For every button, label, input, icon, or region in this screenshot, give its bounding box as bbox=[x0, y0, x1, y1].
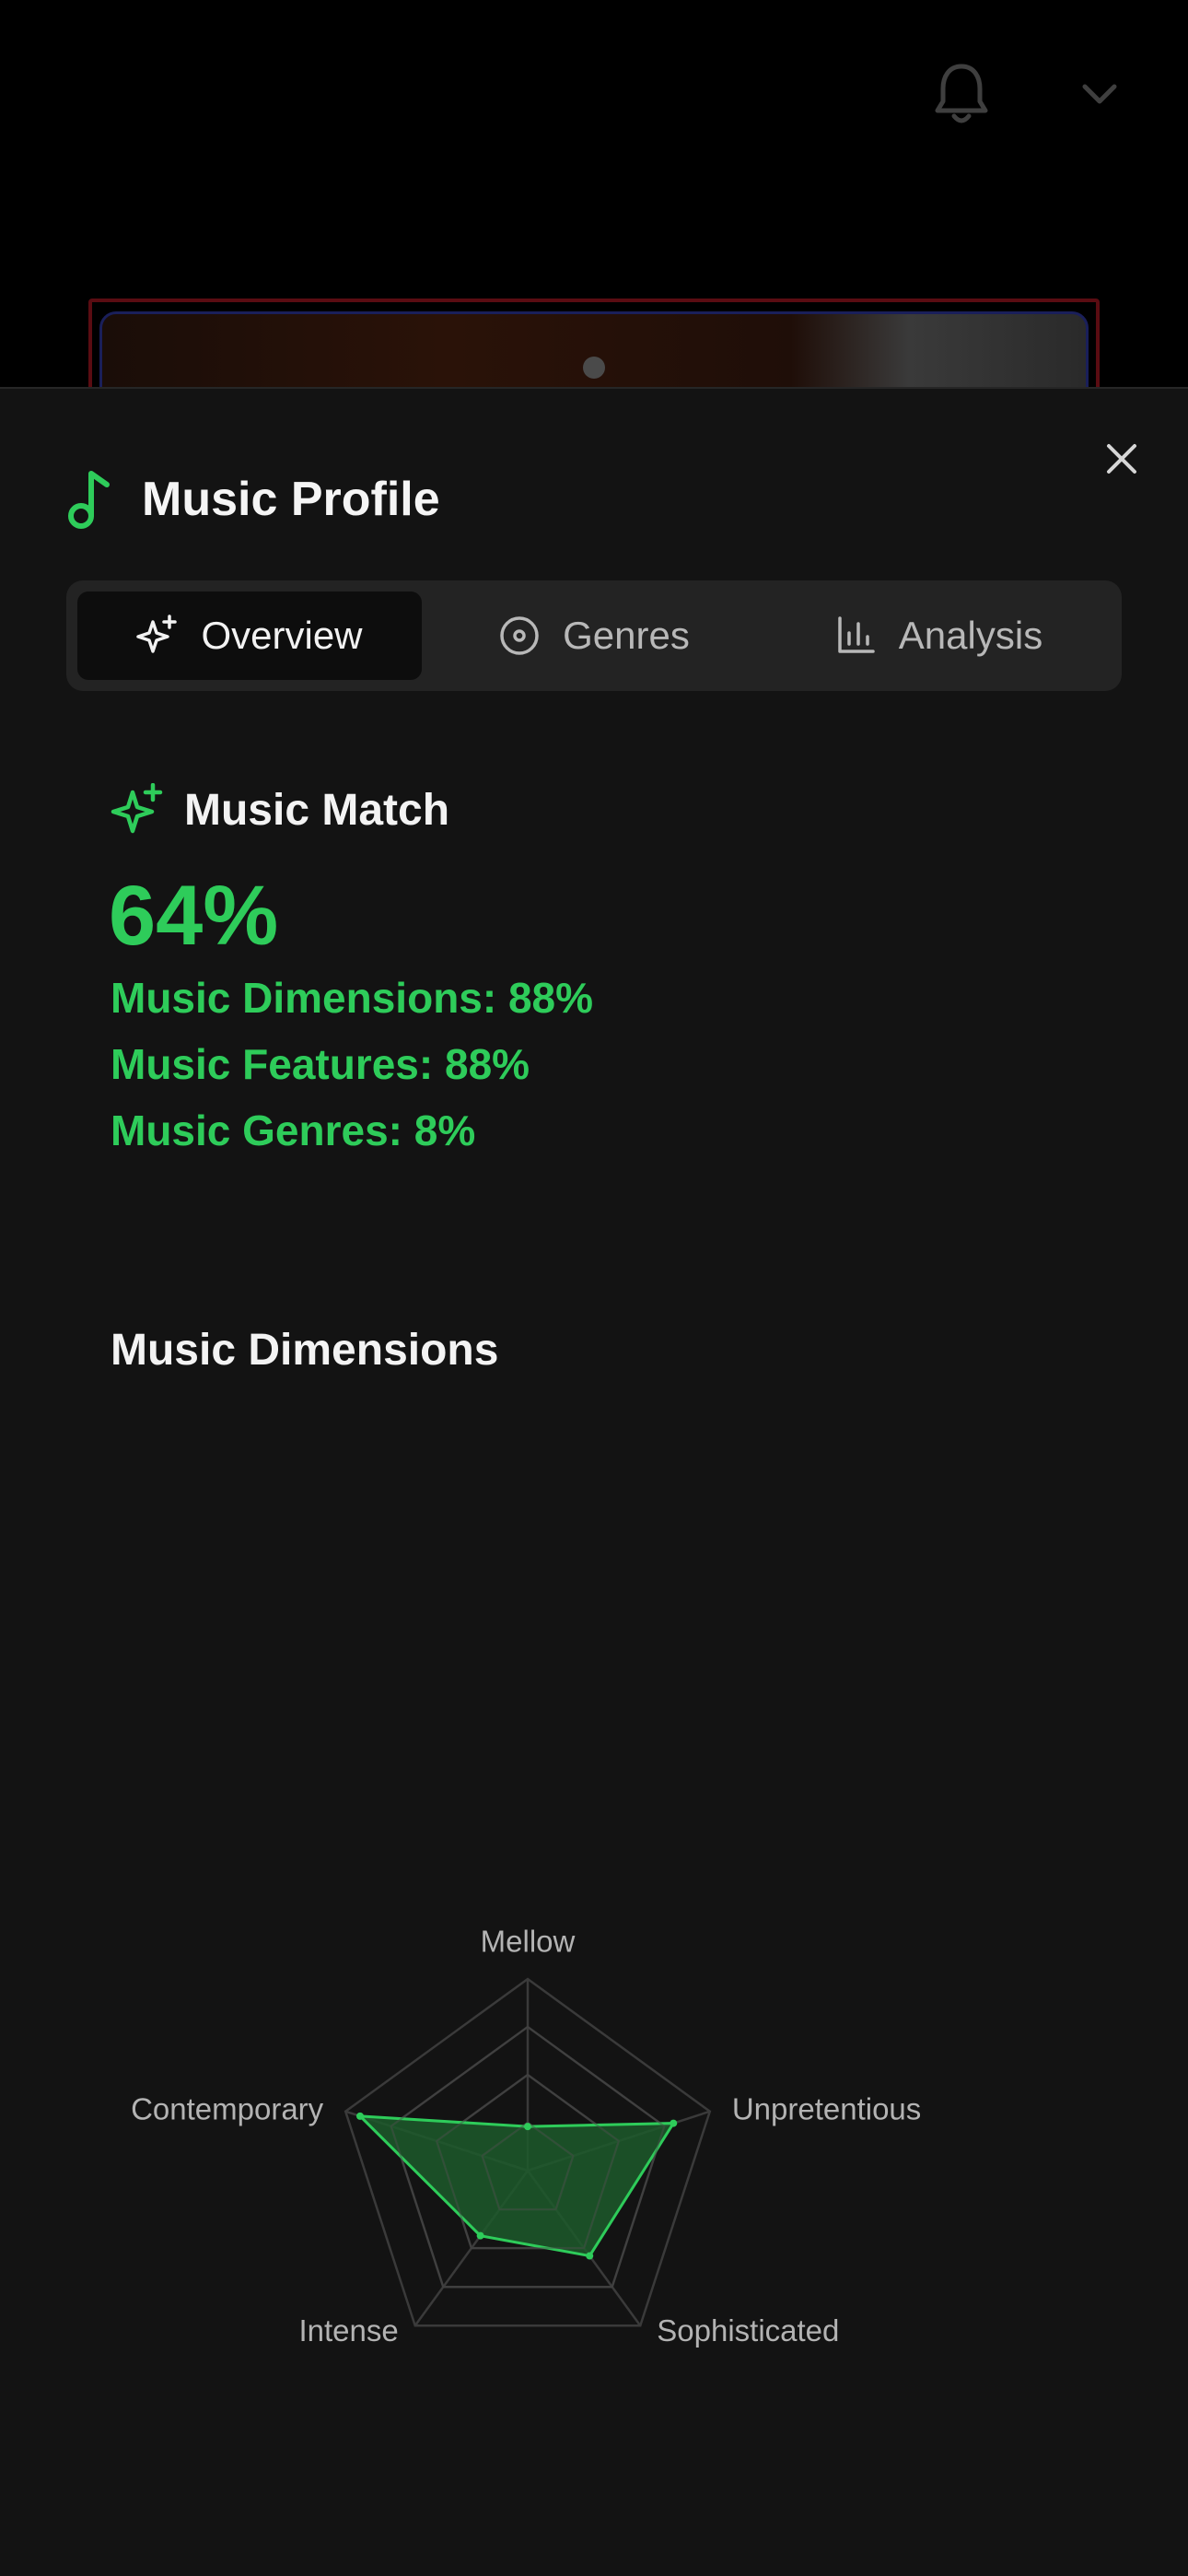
radar-data-area bbox=[356, 2114, 677, 2258]
music-match-label: Music Match bbox=[184, 785, 450, 835]
radar-label-mellow: Mellow bbox=[481, 1925, 576, 1959]
music-profile-sheet: Music Profile Overview Genres Analysis M… bbox=[0, 387, 1188, 2576]
background-header bbox=[0, 0, 1188, 413]
tab-genres[interactable]: Genres bbox=[422, 591, 766, 680]
bell-icon[interactable] bbox=[932, 61, 991, 127]
chevron-down-icon[interactable] bbox=[1077, 76, 1122, 112]
match-genres-line: Music Genres: 8% bbox=[111, 1107, 476, 1154]
tab-overview[interactable]: Overview bbox=[77, 591, 422, 680]
radar-point-intense bbox=[476, 2231, 484, 2240]
music-note-icon bbox=[68, 471, 110, 529]
tab-overview-label: Overview bbox=[201, 614, 363, 657]
sparkles-icon bbox=[111, 783, 163, 834]
close-icon[interactable] bbox=[1100, 437, 1144, 481]
radar-label-contemporary: Contemporary bbox=[131, 2091, 324, 2125]
match-dimensions-line: Music Dimensions: 88% bbox=[111, 974, 594, 1022]
radar-point-unpretentious bbox=[670, 2119, 678, 2127]
radar-label-intense: Intense bbox=[298, 2313, 398, 2348]
bar-chart-icon bbox=[838, 616, 875, 653]
tab-analysis[interactable]: Analysis bbox=[766, 591, 1111, 680]
tab-bar: Overview Genres Analysis bbox=[66, 580, 1122, 691]
sheet-title: Music Profile bbox=[142, 473, 440, 526]
carousel-dot bbox=[583, 357, 605, 379]
radar-point-contemporary bbox=[356, 2112, 365, 2120]
radar-point-mellow bbox=[524, 2123, 531, 2131]
radar-label-sophisticated: Sophisticated bbox=[657, 2313, 839, 2348]
sheet-header: Music Profile bbox=[66, 463, 440, 536]
match-features-line: Music Features: 88% bbox=[111, 1040, 530, 1088]
tab-analysis-label: Analysis bbox=[898, 614, 1043, 657]
radar-label-unpretentious: Unpretentious bbox=[732, 2091, 921, 2125]
radar-point-sophisticated bbox=[586, 2252, 594, 2260]
overall-match-value: 64% bbox=[109, 869, 279, 963]
music-dimensions-radar-chart: Mellow Unpretentious Sophisticated Intense C… bbox=[131, 1925, 921, 2348]
disc-icon bbox=[500, 616, 539, 655]
music-match-heading: Music Match bbox=[111, 783, 449, 837]
dimensions-title: Music Dimensions bbox=[111, 1326, 499, 1375]
sparkles-icon bbox=[136, 615, 178, 653]
tab-genres-label: Genres bbox=[563, 614, 690, 657]
